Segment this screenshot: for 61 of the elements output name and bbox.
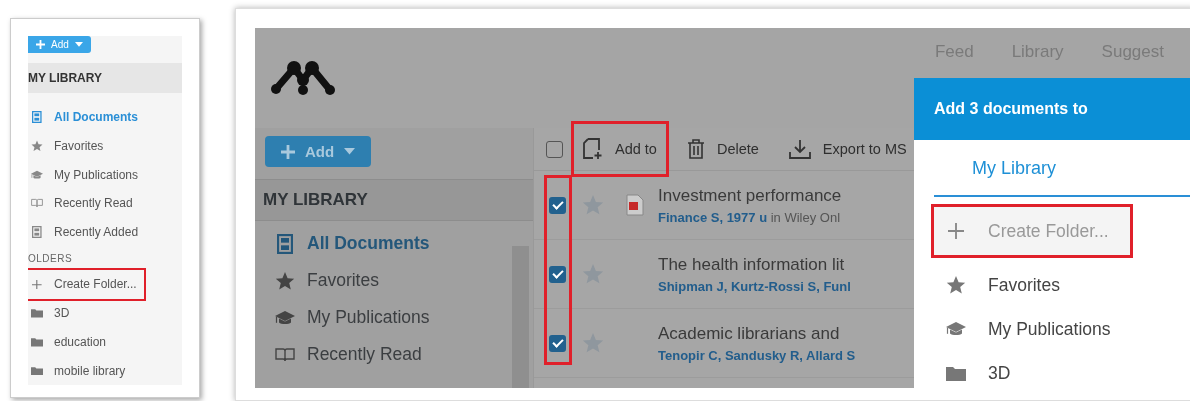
row-checkbox[interactable]	[549, 196, 566, 214]
sidebar-item[interactable]: All Documents	[275, 225, 533, 262]
plus-icon	[281, 144, 295, 159]
plus-icon	[948, 223, 964, 239]
caret-icon	[344, 148, 356, 155]
document-authors: Tenopir C, Sandusky R, Allard S	[658, 347, 856, 363]
book-icon	[31, 197, 43, 210]
star-icon	[275, 270, 295, 291]
dialog-title: Add 3 documents to	[914, 78, 1190, 140]
star-icon	[31, 139, 43, 152]
cabinet-icon	[32, 226, 42, 239]
folder-icon	[946, 365, 966, 381]
folder-icon	[31, 308, 43, 318]
sidebar-item[interactable]: mobile library	[28, 356, 182, 385]
download-icon	[788, 139, 811, 159]
logo-icon	[270, 60, 336, 96]
row-checkbox[interactable]	[549, 334, 566, 352]
menu-item[interactable]: My Publications	[934, 307, 1190, 351]
graduation-cap-icon	[31, 168, 43, 181]
sidebar-item[interactable]: All Documents	[28, 102, 182, 132]
menu-item[interactable]: Favorites	[934, 263, 1190, 307]
select-all-checkbox[interactable]	[546, 140, 563, 158]
add-button[interactable]: Add	[265, 136, 372, 167]
sidebar-item[interactable]: Recently Added	[28, 217, 182, 247]
section-header: MY LIBRARY	[255, 179, 533, 221]
tab[interactable]: My Library	[934, 140, 1094, 195]
scrollbar[interactable]	[512, 246, 529, 388]
document-icon	[32, 111, 42, 124]
section-header: MY LIBRARY	[28, 63, 182, 93]
folder-icon	[31, 337, 43, 347]
document-icon	[277, 233, 293, 254]
sidebar-item[interactable]: 3D	[28, 298, 182, 328]
sidebar-item[interactable]: My Publications	[28, 160, 182, 190]
trash-icon	[686, 139, 705, 159]
sidebar-item[interactable]: Favorites	[275, 262, 533, 299]
plus-icon	[36, 40, 45, 49]
sidebar-item[interactable]: Recently Read	[275, 336, 533, 373]
document-authors: Shipman J, Kurtz-Rossi S, Funl	[658, 278, 851, 294]
sidebar-item[interactable]: Recently Read	[28, 189, 182, 218]
document-authors: Finance S, 1977 u in Wiley Onl	[658, 209, 842, 225]
document-title[interactable]: Investment performance	[658, 185, 842, 206]
star-icon	[946, 275, 966, 295]
pdf-icon	[626, 194, 644, 216]
document-title[interactable]: The health information lit	[658, 254, 851, 275]
document-title[interactable]: Academic librarians and	[658, 323, 856, 344]
sidebar-item[interactable]: Favorites	[28, 131, 182, 161]
plus-icon	[32, 279, 42, 290]
row-checkbox[interactable]	[549, 265, 566, 283]
toolbar-button[interactable]: Delete	[676, 128, 769, 170]
toolbar-button[interactable]: Export to MS	[778, 128, 917, 170]
sidebar-item[interactable]: Create Folder...	[28, 270, 144, 299]
sidebar-item[interactable]: education	[28, 327, 182, 357]
toolbar-button[interactable]: Add to	[573, 123, 667, 175]
sidebar-item[interactable]: My Publications	[275, 299, 533, 336]
menu-item[interactable]: 3D	[934, 351, 1190, 388]
add-button[interactable]: Add	[28, 36, 91, 53]
menu-item[interactable]: Create Folder...	[934, 207, 1130, 255]
caret-icon	[74, 42, 83, 47]
folder-icon	[31, 365, 43, 376]
add-document-icon	[583, 138, 603, 160]
section-label: OLDERS	[28, 251, 74, 266]
